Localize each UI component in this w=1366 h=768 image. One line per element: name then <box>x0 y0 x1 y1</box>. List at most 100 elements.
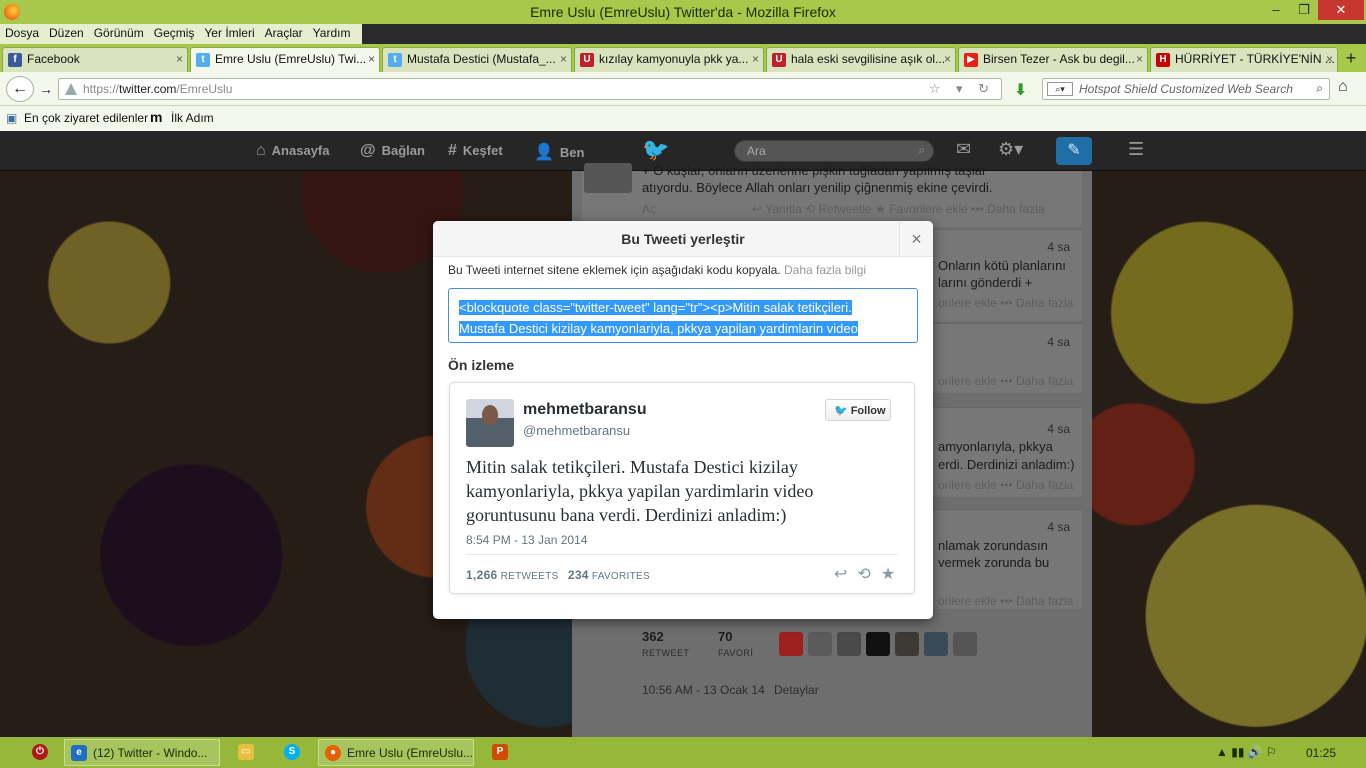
tweet-time[interactable]: 4 sa <box>1047 520 1070 534</box>
tweet-action-bar: ↩ ⟲ ★ <box>824 564 895 584</box>
avatar[interactable] <box>837 632 861 656</box>
favorite-icon[interactable]: ★ <box>881 566 895 583</box>
search-engine-icon[interactable]: ⌕▾ <box>1047 82 1073 96</box>
menu-help[interactable]: Yardım <box>308 24 356 42</box>
avatar[interactable] <box>895 632 919 656</box>
search-placeholder: Hotspot Shield Customized Web Search <box>1079 82 1293 96</box>
web-search-input[interactable]: ⌕▾ Hotspot Shield Customized Web Search … <box>1042 78 1330 100</box>
bookmark-first-steps[interactable]: İlk Adım <box>171 111 214 125</box>
tab-kizilay[interactable]: U kızılay kamyonuyla pkk ya... × <box>574 47 764 72</box>
nav-connect[interactable]: @ Bağlan <box>360 142 425 160</box>
tweet-date[interactable]: 8:54 PM - 13 Jan 2014 <box>466 533 587 547</box>
nav-discover[interactable]: # Keşfet <box>448 142 503 160</box>
nav-home-label: Anasayfa <box>271 143 330 158</box>
tab-close-icon[interactable]: × <box>944 52 951 66</box>
tab-mustafa-destici[interactable]: t Mustafa Destici (Mustafa_... × <box>382 47 572 72</box>
avatar[interactable] <box>866 632 890 656</box>
list-item: + O kuşlar, onların üzerlerine pişkin tu… <box>582 163 1082 227</box>
forward-button[interactable]: → <box>36 79 56 99</box>
shutdown-app-button[interactable]: ⏻ <box>26 739 54 766</box>
url-scheme: https:// <box>83 82 120 96</box>
avatar[interactable] <box>953 632 977 656</box>
nav-home[interactable]: ⌂ Anasayfa <box>256 142 329 160</box>
taskbar-twitter-window[interactable]: e (12) Twitter - Windo... <box>64 739 220 766</box>
menu-history[interactable]: Geçmiş <box>149 24 200 42</box>
tweet-actions[interactable]: orilere ekle ••• Daha fazla <box>938 374 1073 388</box>
favorite-count[interactable]: 70 <box>718 629 732 644</box>
close-icon[interactable]: × <box>899 221 933 257</box>
search-icon[interactable]: ⌕ <box>918 143 925 158</box>
taskbar-skype[interactable]: S <box>278 739 306 766</box>
menu-icon[interactable]: ☰ <box>1128 139 1144 160</box>
twitter-search-input[interactable]: Ara ⌕ <box>734 140 934 162</box>
menu-file[interactable]: Dosya <box>0 24 44 42</box>
tab-label: Mustafa Destici (Mustafa_... <box>407 52 556 66</box>
close-window-button[interactable]: ✕ <box>1318 0 1364 20</box>
url-bar-actions-icon[interactable]: ☆ ▾ ↻ <box>929 81 995 97</box>
bookmark-most-visited[interactable]: En çok ziyaret edilenler <box>24 111 148 125</box>
new-tab-button[interactable]: + <box>1340 48 1362 70</box>
tweet-actions[interactable]: ↩ Yanıtla ⟲ Retweetle ★ Favorilere ekle … <box>752 202 1045 216</box>
minimize-button[interactable]: – <box>1262 0 1290 20</box>
tab-facebook[interactable]: f Facebook × <box>2 47 188 72</box>
reply-icon[interactable]: ↩ <box>834 566 847 583</box>
twitter-icon: t <box>196 53 210 67</box>
favorites-count[interactable]: 234 <box>568 568 589 582</box>
tweet-actions[interactable]: orilere ekle ••• Daha fazla <box>938 478 1073 492</box>
avatar[interactable] <box>466 399 514 447</box>
compose-tweet-icon[interactable]: ✎ <box>1056 137 1092 165</box>
search-icon[interactable]: ⌕ <box>1316 81 1323 96</box>
avatar[interactable] <box>779 632 803 656</box>
menu-bookmarks[interactable]: Yer İmleri <box>199 24 259 42</box>
maximize-button[interactable]: ❐ <box>1290 0 1318 20</box>
details-link[interactable]: Detaylar <box>774 683 819 697</box>
nav-me-label: Ben <box>559 145 585 160</box>
tweet-author-handle[interactable]: @mehmetbaransu <box>523 423 630 438</box>
site-identity-icon[interactable] <box>65 83 77 95</box>
tab-close-icon[interactable]: × <box>1326 52 1333 66</box>
home-icon[interactable]: ⌂ <box>1338 78 1348 96</box>
tab-emre-uslu[interactable]: t Emre Uslu (EmreUslu) Twi... × <box>190 47 380 72</box>
system-tray-icons[interactable]: ▲ ▮▮ 🔊 ⚐ <box>1216 745 1277 759</box>
retweet-icon[interactable]: ⟲ <box>857 566 870 583</box>
follow-button[interactable]: 🐦 Follow <box>825 399 891 421</box>
avatar[interactable] <box>808 632 832 656</box>
tweet-actions[interactable]: orilere ekle ••• Daha fazla <box>938 296 1073 310</box>
tab-birsen-tezer[interactable]: ▶ Birsen Tezer - Ask bu degil... × <box>958 47 1148 72</box>
gear-icon[interactable]: ⚙▾ <box>998 139 1023 160</box>
tweet-author-name[interactable]: mehmetbaransu <box>523 401 647 419</box>
tab-close-icon[interactable]: × <box>176 52 183 66</box>
taskbar-explorer[interactable]: ▭ <box>232 739 260 766</box>
internet-explorer-icon: e <box>71 745 87 761</box>
tab-close-icon[interactable]: × <box>752 52 759 66</box>
embed-tweet-dialog: Bu Tweeti yerleştir × Bu Tweeti internet… <box>433 221 933 619</box>
envelope-icon[interactable]: ✉ <box>956 139 971 160</box>
tab-close-icon[interactable]: × <box>560 52 567 66</box>
menu-view[interactable]: Görünüm <box>89 24 149 42</box>
twitter-bird-icon[interactable]: 🐦 <box>642 137 669 163</box>
more-info-link[interactable]: Daha fazla bilgi <box>784 263 866 277</box>
retweet-count[interactable]: 362 <box>642 629 664 644</box>
tab-close-icon[interactable]: × <box>1136 52 1143 66</box>
tab-hala-eski[interactable]: U hala eski sevgilisine aşık ol... × <box>766 47 956 72</box>
avatar[interactable] <box>924 632 948 656</box>
menu-edit[interactable]: Düzen <box>44 24 89 42</box>
nav-me[interactable]: 👤 Ben <box>534 142 584 162</box>
open-link[interactable]: Aç <box>642 202 656 216</box>
retweets-count[interactable]: 1,266 <box>466 568 498 582</box>
back-button[interactable]: ← <box>6 76 34 102</box>
url-bar[interactable]: https://twitter.com/EmreUslu ☆ ▾ ↻ <box>58 78 1002 100</box>
taskbar-clock[interactable]: 01:25 <box>1306 746 1336 760</box>
taskbar-powerpoint[interactable]: P <box>486 739 514 766</box>
tweet-time[interactable]: 4 sa <box>1047 240 1070 254</box>
tweet-time[interactable]: 4 sa <box>1047 422 1070 436</box>
tab-label: Facebook <box>27 52 80 66</box>
embed-code-textarea[interactable]: <blockquote class="twitter-tweet" lang="… <box>448 288 918 343</box>
tweet-actions[interactable]: orilere ekle ••• Daha fazla <box>938 594 1073 608</box>
taskbar-firefox-window[interactable]: ● Emre Uslu (EmreUslu... <box>318 739 474 766</box>
tab-close-icon[interactable]: × <box>368 52 375 66</box>
download-icon[interactable]: ⬇ <box>1014 80 1027 100</box>
tab-hurriyet[interactable]: H HÜRRİYET - TÜRKİYE'NİN ... × <box>1150 47 1338 72</box>
tweet-time[interactable]: 4 sa <box>1047 335 1070 349</box>
menu-tools[interactable]: Araçlar <box>260 24 308 42</box>
